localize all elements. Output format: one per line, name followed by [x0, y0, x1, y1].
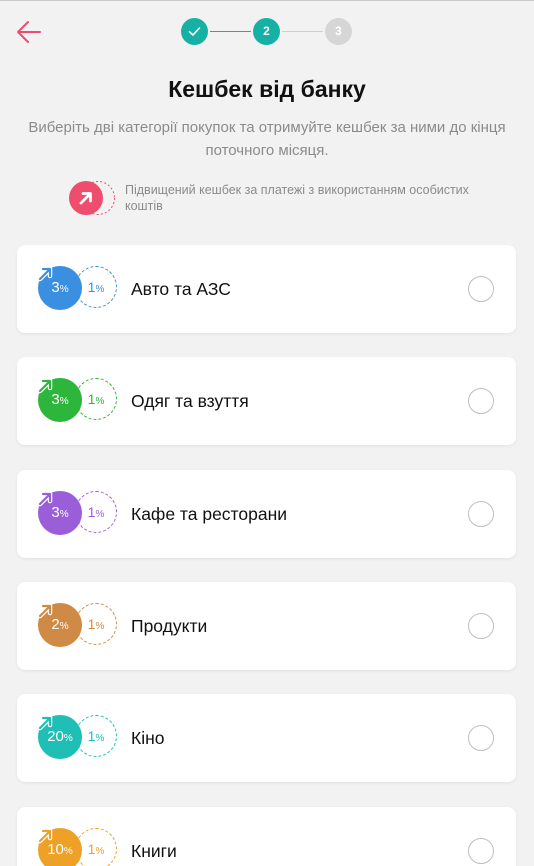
category-card[interactable]: 1% 20% Кіно	[17, 694, 516, 782]
percent-sign: %	[63, 733, 73, 744]
step-2: 2	[253, 18, 280, 45]
increase-arrow-icon	[37, 827, 55, 845]
check-icon	[188, 27, 201, 36]
cashback-badge: 1% 2%	[37, 602, 119, 650]
cashback-badge: 1% 20%	[37, 714, 119, 762]
percent-sign: %	[63, 846, 73, 857]
legend-text: Підвищений кешбек за платежі з використа…	[125, 183, 469, 213]
cashback-badge: 1% 10%	[37, 827, 119, 866]
percent-sign: %	[95, 733, 105, 744]
increase-arrow-icon	[37, 490, 55, 508]
category-card[interactable]: 1% 3% Кафе та ресторани	[17, 470, 516, 558]
category-card[interactable]: 1% 3% Авто та АЗС	[17, 245, 516, 333]
percent-sign: %	[59, 509, 69, 520]
increase-arrow-icon	[37, 602, 55, 620]
category-card[interactable]: 1% 2% Продукти	[17, 582, 516, 670]
cashback-badge: 1% 3%	[37, 490, 119, 538]
step-3: 3	[325, 18, 352, 45]
category-radio[interactable]	[468, 725, 494, 751]
category-label: Продукти	[131, 616, 208, 636]
step-1	[181, 18, 208, 45]
category-label: Одяг та взуття	[131, 391, 249, 411]
page-subtitle: Виберіть дві категорії покупок та отриму…	[28, 119, 506, 159]
stepper-line-done	[210, 31, 251, 32]
percent-sign: %	[95, 509, 105, 520]
top-divider	[0, 0, 534, 1]
percent-sign: %	[59, 396, 69, 407]
increase-arrow-icon	[37, 714, 55, 732]
category-label: Кафе та ресторани	[131, 504, 288, 524]
cashback-badge: 1% 3%	[37, 265, 119, 313]
percent-sign: %	[95, 284, 105, 295]
increase-arrow-icon	[37, 377, 55, 395]
category-label: Авто та АЗС	[131, 279, 231, 299]
percent-sign: %	[59, 621, 69, 632]
category-card[interactable]: 1% 10% Книги	[17, 807, 516, 866]
percent-sign: %	[95, 846, 105, 857]
page-title: Кешбек від банку	[168, 76, 366, 102]
category-radio[interactable]	[468, 388, 494, 414]
category-label: Кіно	[131, 728, 165, 748]
stepper-line-pending	[282, 31, 323, 32]
back-button[interactable]	[10, 16, 48, 48]
category-radio[interactable]	[468, 838, 494, 864]
increased-cashback-legend-icon	[68, 180, 116, 216]
percent-sign: %	[95, 621, 105, 632]
category-label: Книги	[131, 841, 177, 861]
percent-sign: %	[59, 284, 69, 295]
category-radio[interactable]	[468, 613, 494, 639]
increase-arrow-icon	[37, 265, 55, 283]
category-radio[interactable]	[468, 276, 494, 302]
category-card[interactable]: 1% 3% Одяг та взуття	[17, 357, 516, 445]
back-arrow-icon	[17, 21, 41, 43]
cashback-screen: 2 3 Кешбек від банку Виберіть дві катего…	[0, 0, 534, 866]
cashback-badge: 1% 3%	[37, 377, 119, 425]
percent-sign: %	[95, 396, 105, 407]
category-radio[interactable]	[468, 501, 494, 527]
